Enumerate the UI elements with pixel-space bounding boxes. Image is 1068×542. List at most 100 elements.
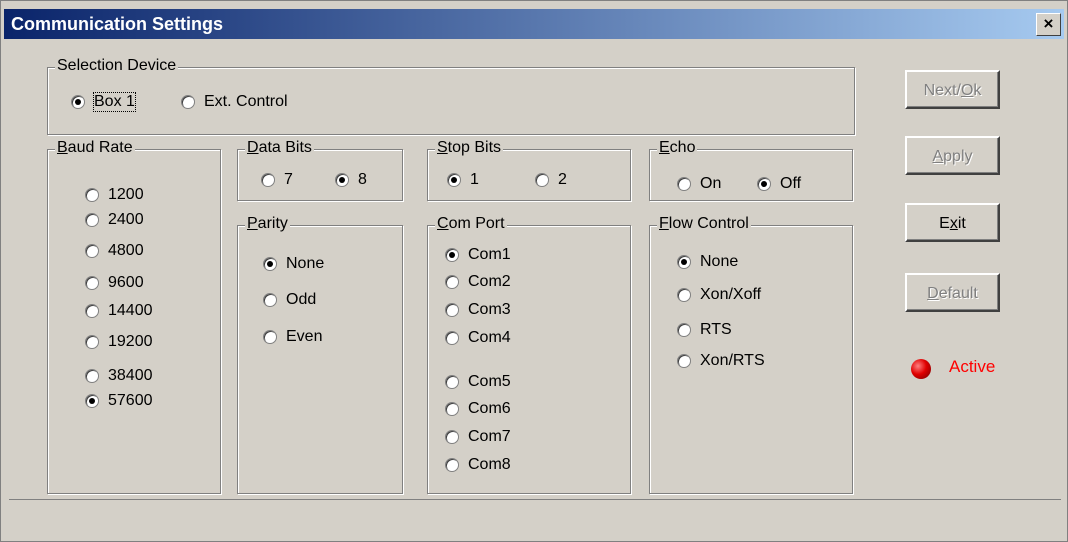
radio-indicator: [447, 173, 461, 187]
radio-label: Box 1: [93, 92, 136, 112]
radio-indicator: [445, 303, 459, 317]
com7-radio[interactable]: Com7: [445, 428, 511, 446]
radio-indicator: [261, 173, 275, 187]
data-bits-8-radio[interactable]: 8: [335, 171, 367, 189]
baud-57600-radio[interactable]: 57600: [85, 392, 153, 410]
radio-label: 1: [470, 171, 479, 188]
radio-indicator: [263, 293, 277, 307]
data-bits-title: Data Bits: [245, 139, 314, 157]
data-bits-7-radio[interactable]: 7: [261, 171, 293, 189]
radio-indicator: [445, 458, 459, 472]
com4-radio[interactable]: Com4: [445, 329, 511, 347]
radio-label: 57600: [108, 392, 153, 409]
parity-odd-radio[interactable]: Odd: [263, 291, 316, 309]
exit-button[interactable]: Exit: [905, 203, 1000, 242]
radio-label: On: [700, 175, 722, 192]
parity-even-radio[interactable]: Even: [263, 328, 322, 346]
baud-4800-radio[interactable]: 4800: [85, 242, 144, 260]
radio-label: 9600: [108, 274, 144, 291]
com3-radio[interactable]: Com3: [445, 301, 511, 319]
radio-label: Com2: [468, 273, 511, 290]
radio-label: 7: [284, 171, 293, 188]
radio-indicator: [445, 402, 459, 416]
radio-indicator: [677, 323, 691, 337]
com2-radio[interactable]: Com2: [445, 273, 511, 291]
com-port-title: Com Port: [435, 215, 507, 233]
radio-indicator: [71, 95, 85, 109]
ext-control-radio[interactable]: Ext. Control: [181, 93, 288, 111]
radio-indicator: [181, 95, 195, 109]
radio-label: Com4: [468, 329, 511, 346]
flow-xon-xoff-radio[interactable]: Xon/Xoff: [677, 286, 761, 304]
com6-radio[interactable]: Com6: [445, 400, 511, 418]
flow-rts-radio[interactable]: RTS: [677, 321, 732, 339]
radio-label: Xon/RTS: [700, 352, 765, 369]
baud-9600-radio[interactable]: 9600: [85, 274, 144, 292]
radio-label: 19200: [108, 333, 153, 350]
radio-indicator: [445, 331, 459, 345]
radio-indicator: [85, 213, 99, 227]
radio-indicator: [445, 248, 459, 262]
next-ok-button[interactable]: Next/Ok: [905, 70, 1000, 109]
radio-label: 14400: [108, 302, 153, 319]
radio-indicator: [757, 177, 771, 191]
radio-indicator: [85, 335, 99, 349]
radio-label: Off: [780, 175, 802, 192]
radio-label: 4800: [108, 242, 144, 259]
selection-device-title: Selection Device: [55, 57, 179, 75]
radio-indicator: [263, 330, 277, 344]
baud-38400-radio[interactable]: 38400: [85, 367, 153, 385]
status-bar: [9, 499, 1061, 536]
radio-indicator: [445, 375, 459, 389]
radio-label: 8: [358, 171, 367, 188]
communication-settings-window: Communication Settings × Selection Devic…: [0, 0, 1068, 542]
parity-none-radio[interactable]: None: [263, 255, 324, 273]
radio-indicator: [335, 173, 349, 187]
radio-indicator: [85, 394, 99, 408]
com-port-group: Com Port: [427, 215, 631, 494]
radio-indicator: [677, 354, 691, 368]
stop-bits-2-radio[interactable]: 2: [535, 171, 567, 189]
active-status-label: Active: [949, 357, 996, 376]
apply-button[interactable]: Apply: [905, 136, 1000, 175]
parity-title: Parity: [245, 215, 290, 233]
baud-2400-radio[interactable]: 2400: [85, 211, 144, 229]
window-title: Communication Settings: [11, 14, 224, 34]
radio-label: Com3: [468, 301, 511, 318]
radio-label: 38400: [108, 367, 153, 384]
com8-radio[interactable]: Com8: [445, 456, 511, 474]
box-1-radio[interactable]: Box 1: [71, 92, 136, 112]
stop-bits-1-radio[interactable]: 1: [447, 171, 479, 189]
default-button[interactable]: Default: [905, 273, 1000, 312]
radio-label: 2400: [108, 211, 144, 228]
radio-label: 1200: [108, 186, 144, 203]
radio-indicator: [263, 257, 277, 271]
radio-indicator: [445, 275, 459, 289]
radio-indicator: [85, 369, 99, 383]
baud-1200-radio[interactable]: 1200: [85, 186, 144, 204]
radio-label: Com1: [468, 246, 511, 263]
radio-indicator: [85, 188, 99, 202]
com5-radio[interactable]: Com5: [445, 373, 511, 391]
radio-label: RTS: [700, 321, 732, 338]
radio-indicator: [677, 177, 691, 191]
radio-label: Com6: [468, 400, 511, 417]
radio-indicator: [445, 430, 459, 444]
flow-control-title: Flow Control: [657, 215, 751, 233]
flow-xon-rts-radio[interactable]: Xon/RTS: [677, 352, 765, 370]
baud-19200-radio[interactable]: 19200: [85, 333, 153, 351]
radio-label: Com5: [468, 373, 511, 390]
radio-label: Odd: [286, 291, 317, 308]
echo-title: Echo: [657, 139, 698, 157]
radio-label: Even: [286, 328, 323, 345]
flow-none-radio[interactable]: None: [677, 253, 738, 271]
echo-off-radio[interactable]: Off: [757, 175, 801, 193]
radio-indicator: [677, 288, 691, 302]
close-button[interactable]: ×: [1036, 13, 1061, 36]
com1-radio[interactable]: Com1: [445, 246, 511, 264]
radio-label: Xon/Xoff: [700, 286, 762, 303]
baud-14400-radio[interactable]: 14400: [85, 302, 153, 320]
stop-bits-title: Stop Bits: [435, 139, 504, 157]
radio-label: Com8: [468, 456, 511, 473]
echo-on-radio[interactable]: On: [677, 175, 721, 193]
